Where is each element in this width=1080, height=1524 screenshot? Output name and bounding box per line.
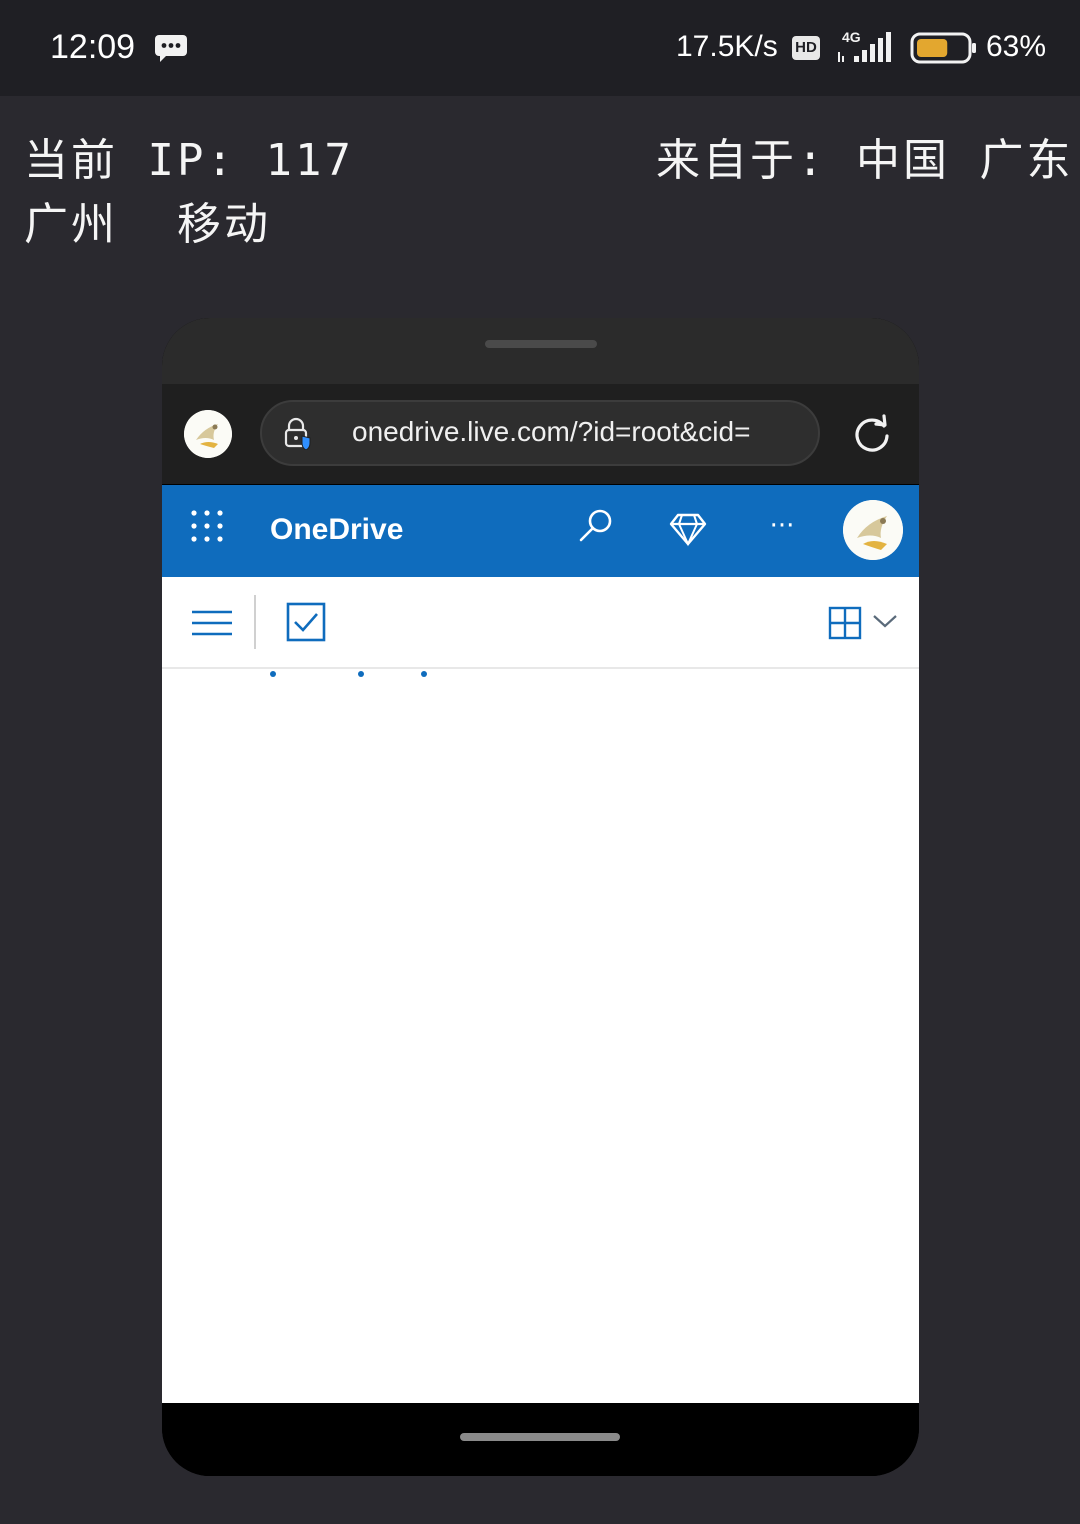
onedrive-header: OneDrive ··· bbox=[162, 485, 919, 577]
loading-dot bbox=[358, 671, 364, 677]
profile-avatar[interactable] bbox=[184, 410, 232, 458]
loading-dot bbox=[421, 671, 427, 677]
isp-label: 广州 移动 bbox=[24, 199, 271, 250]
app-title[interactable]: OneDrive bbox=[270, 513, 403, 547]
reload-icon[interactable] bbox=[850, 412, 894, 456]
floating-window: onedrive.live.com/?id=root&cid= OneDrive… bbox=[162, 318, 919, 1476]
grid-view-icon[interactable] bbox=[828, 606, 862, 640]
gesture-bar bbox=[162, 1403, 919, 1476]
status-time: 12:09 bbox=[50, 28, 136, 66]
network-type: 4G bbox=[842, 29, 861, 45]
url-text[interactable]: onedrive.live.com/?id=root&cid= bbox=[352, 416, 807, 448]
floating-window-header[interactable] bbox=[162, 318, 919, 384]
location-label: 来自于: 中国 广东 bbox=[656, 135, 1074, 186]
select-checkbox-icon[interactable] bbox=[286, 602, 326, 642]
message-icon bbox=[155, 35, 187, 62]
signal-icon: 4G bbox=[838, 29, 891, 62]
battery-percent: 63% bbox=[986, 30, 1047, 63]
home-indicator[interactable] bbox=[460, 1433, 620, 1441]
hd-badge: HD bbox=[792, 36, 820, 60]
url-field[interactable]: onedrive.live.com/?id=root&cid= bbox=[260, 400, 820, 466]
browser-address-bar: onedrive.live.com/?id=root&cid= bbox=[162, 384, 919, 484]
command-toolbar bbox=[162, 577, 919, 669]
drag-handle[interactable] bbox=[485, 340, 597, 348]
ip-address-label: 当前 IP: 117 bbox=[24, 135, 354, 186]
lock-shield-icon[interactable] bbox=[280, 416, 314, 450]
status-bar: 12:09 17.5K/s HD 4G 63% bbox=[0, 0, 1080, 96]
network-speed: 17.5K/s bbox=[676, 30, 778, 63]
toolbar-divider bbox=[254, 595, 256, 649]
chevron-down-icon[interactable] bbox=[872, 611, 898, 631]
loading-dot bbox=[270, 671, 276, 677]
premium-diamond-icon[interactable] bbox=[668, 511, 708, 547]
waffle-icon[interactable] bbox=[190, 509, 224, 543]
search-icon[interactable] bbox=[576, 507, 616, 547]
avatar[interactable] bbox=[843, 500, 903, 560]
battery-level-fill bbox=[917, 39, 948, 57]
hamburger-menu-icon[interactable] bbox=[190, 605, 234, 641]
battery-icon bbox=[910, 32, 976, 64]
more-icon[interactable]: ··· bbox=[762, 511, 802, 541]
file-list-area bbox=[162, 669, 919, 1403]
